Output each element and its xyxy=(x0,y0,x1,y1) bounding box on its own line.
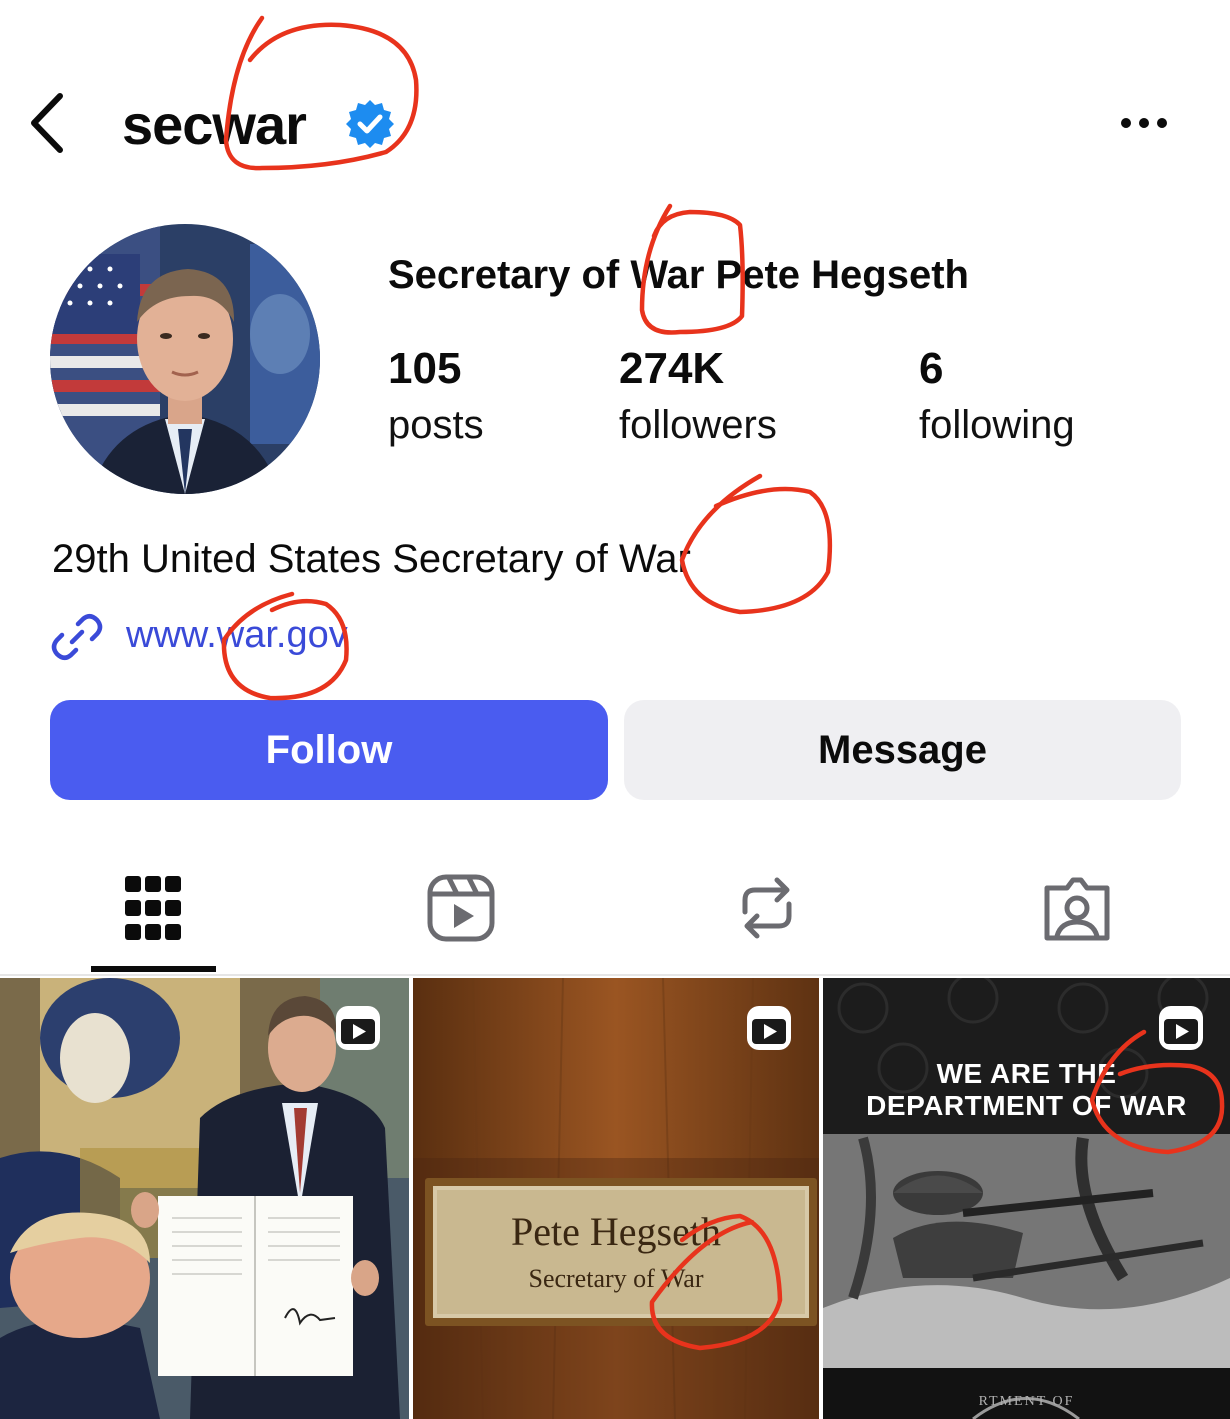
post-thumbnail-2[interactable]: Pete Hegseth Secretary of War xyxy=(413,978,819,1419)
following-count: 6 xyxy=(919,344,944,393)
reel-icon xyxy=(1159,1006,1203,1050)
grid-icon xyxy=(125,876,181,940)
tab-grid[interactable] xyxy=(108,868,198,948)
profile-link-text[interactable]: www.war.gov xyxy=(126,612,348,658)
active-tab-indicator xyxy=(91,966,216,972)
followers-stat[interactable]: 274K followers xyxy=(619,344,777,448)
tab-tagged[interactable] xyxy=(1032,868,1122,948)
post-thumbnail-1[interactable] xyxy=(0,978,409,1419)
repost-icon xyxy=(742,877,792,939)
post-caption-line2: DEPARTMENT OF WAR xyxy=(866,1090,1187,1121)
posts-stat[interactable]: 105 posts xyxy=(388,344,484,448)
post-thumbnail-3[interactable]: WE ARE THE DEPARTMENT OF WAR RTMENT OF xyxy=(823,978,1230,1419)
tab-reposts[interactable] xyxy=(722,868,812,948)
posts-count: 105 xyxy=(388,344,462,393)
post-caption-line1: WE ARE THE xyxy=(936,1058,1117,1089)
followers-label: followers xyxy=(619,403,777,447)
follow-button[interactable]: Follow xyxy=(50,700,608,800)
chevron-left-icon xyxy=(31,93,63,153)
reel-icon xyxy=(336,1006,380,1050)
link-icon xyxy=(51,614,103,660)
tagged-person-icon xyxy=(1044,877,1110,941)
nameplate-title: Secretary of War xyxy=(528,1264,704,1293)
tab-reels[interactable] xyxy=(416,868,506,948)
profile-bio: 29th United States Secretary of War xyxy=(52,537,691,581)
following-label: following xyxy=(919,403,1075,447)
verified-badge-icon xyxy=(344,98,396,150)
following-stat[interactable]: 6 following xyxy=(919,344,1075,448)
reel-icon xyxy=(747,1006,791,1050)
more-options-button[interactable] xyxy=(1118,108,1170,138)
nameplate-name: Pete Hegseth xyxy=(511,1209,721,1254)
tabs-divider xyxy=(0,974,1230,976)
message-button[interactable]: Message xyxy=(624,700,1181,800)
back-button[interactable] xyxy=(26,90,70,156)
more-horizontal-icon xyxy=(1121,118,1167,128)
posts-label: posts xyxy=(388,403,484,447)
followers-count: 274K xyxy=(619,344,725,393)
profile-avatar[interactable] xyxy=(50,224,320,494)
reels-icon xyxy=(427,874,495,942)
profile-username: secwar xyxy=(122,93,307,156)
profile-display-name: Secretary of War Pete Hegseth xyxy=(388,253,969,297)
post-seal-text: RTMENT OF xyxy=(978,1394,1075,1409)
